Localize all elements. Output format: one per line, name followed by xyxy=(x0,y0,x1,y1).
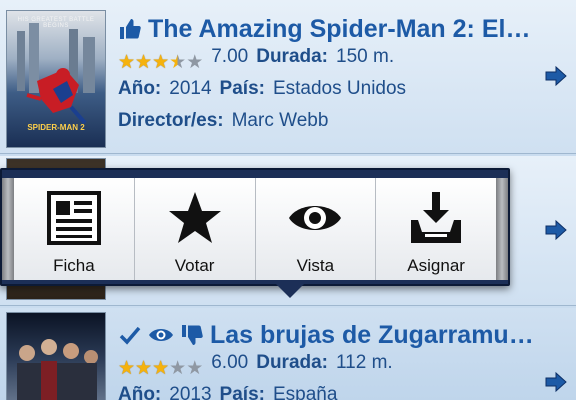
quick-action-bar: Ficha Votar Vista Asignar xyxy=(14,178,496,280)
movie-row-3[interactable]: Las brujas de Zugarramurdi ★ ★ ★ ★ ★ 6.0… xyxy=(0,308,576,400)
star-empty-icon: ★ xyxy=(186,51,204,73)
rating-stars: ★ ★ ★ ★ ★ xyxy=(118,53,203,72)
country-label: País: xyxy=(219,384,265,400)
star-icon: ★ xyxy=(135,51,153,73)
director-label: Director/es: xyxy=(118,110,224,131)
arrow-right-icon[interactable] xyxy=(544,218,568,242)
duration-value: 150 m. xyxy=(336,46,395,67)
thumbs-down-icon xyxy=(180,323,204,347)
star-icon: ★ xyxy=(152,51,170,73)
eye-icon xyxy=(148,323,174,347)
movie-title[interactable]: The Amazing Spider-Man 2: El pod… xyxy=(148,15,536,44)
votar-button[interactable]: Votar xyxy=(135,178,256,280)
popup-left-handle xyxy=(2,178,14,280)
rating-value: 7.00 xyxy=(211,46,249,67)
vista-label: Vista xyxy=(296,256,335,275)
asignar-button[interactable]: Asignar xyxy=(376,178,496,280)
half-star-icon: ★ xyxy=(169,51,187,73)
duration-label: Durada: xyxy=(256,352,329,373)
star-icon: ★ xyxy=(118,51,136,73)
star-empty-icon: ★ xyxy=(186,357,204,379)
country-label: País: xyxy=(219,78,265,99)
arrow-right-icon[interactable] xyxy=(544,370,568,394)
star-empty-icon: ★ xyxy=(169,357,187,379)
check-icon xyxy=(118,323,142,347)
director-value: Marc Webb xyxy=(231,110,329,131)
ficha-label: Ficha xyxy=(53,256,95,275)
star-icon: ★ xyxy=(118,357,136,379)
poster-title: SPIDER-MAN 2 xyxy=(27,123,85,132)
thumbs-up-icon xyxy=(118,17,142,41)
arrow-right-icon[interactable] xyxy=(544,64,568,88)
star-icon xyxy=(168,192,221,243)
year-label: Año: xyxy=(118,384,162,400)
poster-figures xyxy=(17,339,98,400)
rating-value: 6.00 xyxy=(211,352,249,373)
year-value: 2013 xyxy=(169,384,212,400)
movie-title[interactable]: Las brujas de Zugarramurdi xyxy=(210,321,536,350)
rating-stars: ★ ★ ★ ★ ★ xyxy=(118,359,203,378)
votar-label: Votar xyxy=(174,256,215,275)
movie-poster[interactable] xyxy=(6,312,106,400)
document-icon xyxy=(46,191,101,245)
duration-label: Durada: xyxy=(256,46,329,67)
country-value: España xyxy=(272,384,338,400)
eye-icon xyxy=(289,206,342,230)
star-icon: ★ xyxy=(135,357,153,379)
movie-row-1[interactable]: HIS GREATEST BATTLE BEGINS SPIDER-MAN 2 … xyxy=(0,0,576,154)
ficha-button[interactable]: Ficha xyxy=(14,178,135,280)
vista-button[interactable]: Vista xyxy=(256,178,377,280)
quick-action-popup: Ficha Votar Vista Asignar xyxy=(0,168,510,286)
asignar-label: Asignar xyxy=(407,256,465,275)
download-tray-icon xyxy=(411,192,462,243)
country-value: Estados Unidos xyxy=(272,78,407,99)
popup-right-handle xyxy=(496,178,508,280)
duration-value: 112 m. xyxy=(336,352,393,373)
star-icon: ★ xyxy=(152,357,170,379)
movie-poster[interactable]: HIS GREATEST BATTLE BEGINS SPIDER-MAN 2 xyxy=(6,10,106,148)
popup-pointer xyxy=(276,284,304,298)
year-label: Año: xyxy=(118,78,162,99)
year-value: 2014 xyxy=(169,78,212,99)
